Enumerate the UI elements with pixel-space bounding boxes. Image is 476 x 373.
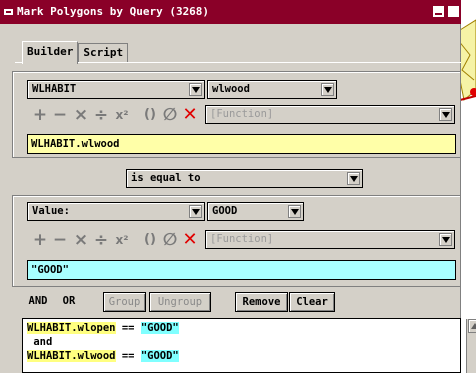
system-menu-icon[interactable] [4,9,13,15]
left-function-select[interactable]: [Function] [205,105,455,124]
power-icon[interactable]: x² [113,231,131,249]
chevron-down-icon[interactable] [189,205,202,218]
query-line: WLHABIT.wlopen == "GOOD" [27,321,456,335]
title-bar[interactable]: Mark Polygons by Query (3268) [0,0,461,24]
and-button[interactable]: AND [25,292,51,312]
query-line: and [27,336,53,348]
delete-icon[interactable]: ✕ [181,231,199,249]
plus-icon[interactable]: + [31,231,49,249]
query-line: WLHABIT.wlwood == "GOOD" [27,349,456,363]
null-icon[interactable]: ∅ [161,106,179,124]
table-select[interactable]: WLHABIT [27,80,205,99]
chevron-down-icon[interactable] [347,172,360,185]
value-select[interactable]: GOOD [207,202,304,221]
tab-bar: Builder Script [22,41,129,64]
query-text-area[interactable]: WLHABIT.wlopen == "GOOD" and WLHABIT.wlw… [22,318,476,373]
minus-icon[interactable]: − [51,231,69,249]
null-icon[interactable]: ∅ [161,231,179,249]
function-placeholder: [Function] [210,233,274,245]
minimize-button[interactable] [433,6,444,17]
group-button[interactable]: Group [103,292,146,312]
query-value: "GOOD" [140,322,179,334]
clear-button[interactable]: Clear [289,292,335,312]
query-operator: == [115,322,141,334]
query-field: WLHABIT.wlopen [27,322,116,334]
tab-builder[interactable]: Builder [22,41,79,64]
minus-icon[interactable]: − [51,106,69,124]
chevron-down-icon[interactable] [439,233,452,246]
query-field: WLHABIT.wlwood [27,350,116,362]
table-select-value: WLHABIT [32,83,77,95]
multiply-icon[interactable]: × [72,231,90,249]
chevron-down-icon[interactable] [439,108,452,121]
value-type-select[interactable]: Value: [27,202,205,221]
chevron-down-icon[interactable] [321,83,334,96]
value-select-value: GOOD [212,205,238,217]
power-icon[interactable]: x² [113,106,131,124]
left-expression-field[interactable]: WLHABIT.wlwood [27,134,456,154]
comparison-value: is equal to [131,172,201,184]
parentheses-icon[interactable]: () [141,106,159,124]
comparison-select[interactable]: is equal to [126,169,363,188]
delete-icon[interactable]: ✕ [181,106,199,124]
right-function-select[interactable]: [Function] [205,230,455,249]
field-select-value: wlwood [212,83,250,95]
scroll-up-icon[interactable] [468,319,476,333]
or-button[interactable]: OR [58,292,80,312]
tab-script[interactable]: Script [78,43,129,63]
right-expression-field[interactable]: "GOOD" [27,260,456,280]
right-expression-text: "GOOD" [31,264,69,276]
maximize-button[interactable] [448,6,459,17]
value-type-value: Value: [32,205,70,217]
left-expression-text: WLHABIT.wlwood [31,138,120,150]
mark-polygons-window: Mark Polygons by Query (3268) Builder Sc… [0,0,476,373]
function-placeholder: [Function] [210,108,274,120]
remove-button[interactable]: Remove [235,292,288,312]
field-select[interactable]: wlwood [207,80,337,99]
ungroup-button[interactable]: Ungroup [149,292,211,312]
parentheses-icon[interactable]: () [141,231,159,249]
multiply-icon[interactable]: × [72,106,90,124]
plus-icon[interactable]: + [31,106,49,124]
chevron-down-icon[interactable] [189,83,202,96]
window-title: Mark Polygons by Query (3268) [17,5,210,18]
chevron-down-icon[interactable] [288,205,301,218]
query-operator: == [115,350,141,362]
divide-icon[interactable]: ÷ [92,231,110,249]
vertical-scrollbar[interactable] [466,319,476,373]
divide-icon[interactable]: ÷ [92,106,110,124]
query-value: "GOOD" [140,350,179,362]
